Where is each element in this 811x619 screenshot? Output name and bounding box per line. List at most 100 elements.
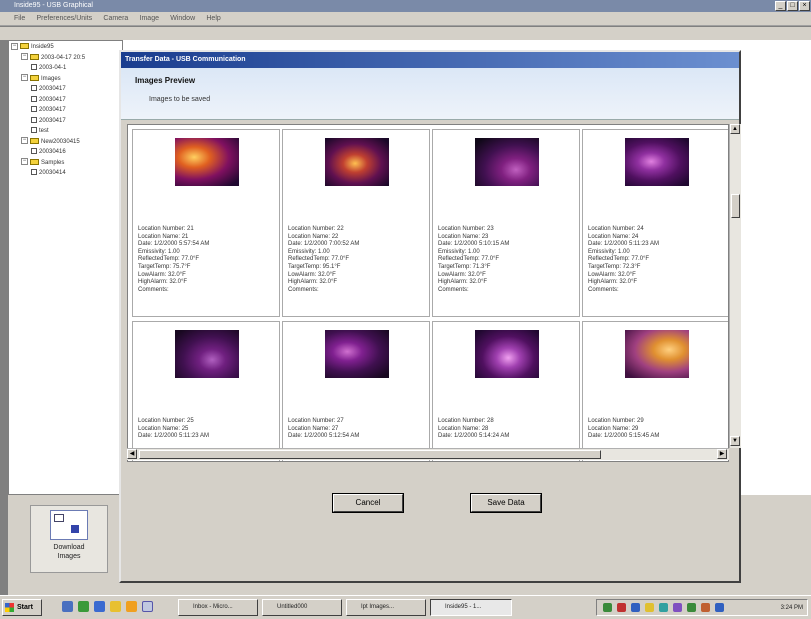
scroll-up-icon[interactable]: ▲ [730,124,740,134]
image-preview-card[interactable]: Location Number: 22 Location Name: 22 Date… [282,129,430,317]
start-label: Start [17,604,33,611]
tray-icon[interactable] [603,603,612,612]
quicklaunch-explorer-icon[interactable] [126,601,137,612]
metadata-line: Date: 1/2/2000 5:10:15 AM [438,241,510,248]
vertical-scrollbar[interactable]: ▲ ▼ [729,124,741,448]
menu-preferences[interactable]: Preferences/Units [37,12,93,26]
tree-item-label: 20030417 [39,107,66,113]
task-images[interactable]: Ipt Images... [346,599,426,616]
scroll-left-icon[interactable]: ◀ [127,449,137,459]
tray-icon[interactable] [687,603,696,612]
tree-item[interactable]: 20030417 [11,95,122,106]
metadata-line: Emissivity: 1.00 [438,248,480,255]
vertical-scroll-thumb[interactable] [731,194,740,218]
save-data-button[interactable]: Save Data [470,493,542,513]
download-icon [50,510,88,540]
image-preview-card[interactable]: Location Number: 28 Location Name: 28 Date… [432,321,580,461]
thermal-image-icon [31,127,37,134]
toolbar-strip [0,27,811,40]
cancel-button[interactable]: Cancel [332,493,404,513]
thermal-thumbnail[interactable] [325,138,389,186]
thermal-thumbnail[interactable] [325,330,389,378]
thermal-thumbnail[interactable] [625,138,689,186]
thermal-thumbnail[interactable] [625,330,689,378]
tree-item-label: 20030414 [39,170,66,176]
quicklaunch-ie-icon[interactable] [62,601,73,612]
thermal-thumbnail[interactable] [175,330,239,378]
metadata-line: LowAlarm: 32.0°F [588,271,636,278]
tree-item-label: 20030416 [39,149,66,155]
task-inbox[interactable]: Inbox - Micro... [178,599,258,616]
image-preview-card[interactable]: Location Number: 21 Location Name: 21 Date… [132,129,280,317]
thermal-image-icon [31,169,37,176]
collapse-icon[interactable]: − [21,74,28,82]
tree-item[interactable]: − 2003-04-17 20:5 [11,53,122,64]
image-preview-card[interactable]: Location Number: 25 Location Name: 25 Date… [132,321,280,461]
tree-item[interactable]: 20030417 [11,105,122,116]
metadata-line: Location Name: 25 [138,425,189,432]
tray-icon[interactable] [631,603,640,612]
tree-item[interactable]: − Images [11,74,122,85]
menu-help[interactable]: Help [206,12,220,26]
tree-item[interactable]: − New20030415 [11,137,122,148]
tray-icon[interactable] [673,603,682,612]
quicklaunch-app-icon[interactable] [142,601,153,612]
tree-item[interactable]: 20030417 [11,84,122,95]
maximize-icon[interactable]: □ [787,1,798,11]
tree-item-label: test [39,128,49,134]
metadata-line: HighAlarm: 32.0°F [588,279,638,286]
horizontal-scrollbar[interactable]: ◀ ▶ [127,448,729,460]
thermal-thumbnail[interactable] [475,330,539,378]
image-preview-card[interactable]: Location Number: 27 Location Name: 27 Date… [282,321,430,461]
horizontal-scroll-thumb[interactable] [139,450,601,459]
tray-icon[interactable] [701,603,710,612]
tray-icon[interactable] [617,603,626,612]
collapse-icon[interactable]: − [11,42,18,50]
menu-window[interactable]: Window [170,12,195,26]
clock: 3:24 PM [780,605,803,611]
minimize-icon[interactable]: _ [775,1,786,11]
scroll-right-icon[interactable]: ▶ [717,449,727,459]
tree-item[interactable]: test [11,126,122,137]
quicklaunch-media-icon[interactable] [110,601,121,612]
tree-item[interactable]: 20030416 [11,147,122,158]
tree-item[interactable]: 20030414 [11,168,122,179]
task-untitled[interactable]: Untitled000 [262,599,342,616]
tree-item[interactable]: − Samples [11,158,122,169]
tree-item[interactable]: 20030417 [11,116,122,127]
task-inside95[interactable]: Inside95 - 1... [430,599,512,616]
metadata-line: Location Name: 27 [288,425,339,432]
metadata-line: Location Number: 21 [138,226,194,232]
tree-item[interactable]: − Inside95 [11,42,122,53]
thermal-thumbnail[interactable] [475,138,539,186]
menu-camera[interactable]: Camera [103,12,128,26]
image-preview-card[interactable]: Location Number: 23 Location Name: 23 Date… [432,129,580,317]
thermal-image-icon [31,95,37,102]
image-preview-card[interactable]: Location Number: 29 Location Name: 29 Date… [582,321,728,461]
collapse-icon[interactable]: − [21,158,28,166]
app-title: Inside95 - USB Graphical [14,2,93,9]
start-button[interactable]: Start [2,599,42,616]
collapse-icon[interactable]: − [21,53,28,61]
download-images-button[interactable]: Download Images [30,505,108,573]
metadata-line: Location Number: 22 [288,226,344,232]
quicklaunch-desktop-icon[interactable] [94,601,105,612]
tray-icon[interactable] [645,603,654,612]
metadata-line: Location Name: 23 [438,233,489,240]
collapse-icon[interactable]: − [21,137,28,145]
metadata-line: Emissivity: 1.00 [138,248,180,255]
tray-icon[interactable] [715,603,724,612]
quicklaunch-outlook-icon[interactable] [78,601,89,612]
menu-image[interactable]: Image [140,12,159,26]
tree-item[interactable]: 2003-04-1 [11,63,122,74]
menu-file[interactable]: File [14,12,25,26]
thermal-image-icon [31,64,37,71]
tree-item-label: New20030415 [41,138,80,145]
close-icon[interactable]: × [799,1,810,11]
tray-icon[interactable] [659,603,668,612]
metadata-line: Date: 1/2/2000 7:00:52 AM [288,241,360,248]
image-preview-card[interactable]: Location Number: 24 Location Name: 24 Date… [582,129,728,317]
thermal-thumbnail[interactable] [175,138,239,186]
scroll-down-icon[interactable]: ▼ [730,436,740,446]
metadata-line: Location Name: 28 [438,425,489,432]
